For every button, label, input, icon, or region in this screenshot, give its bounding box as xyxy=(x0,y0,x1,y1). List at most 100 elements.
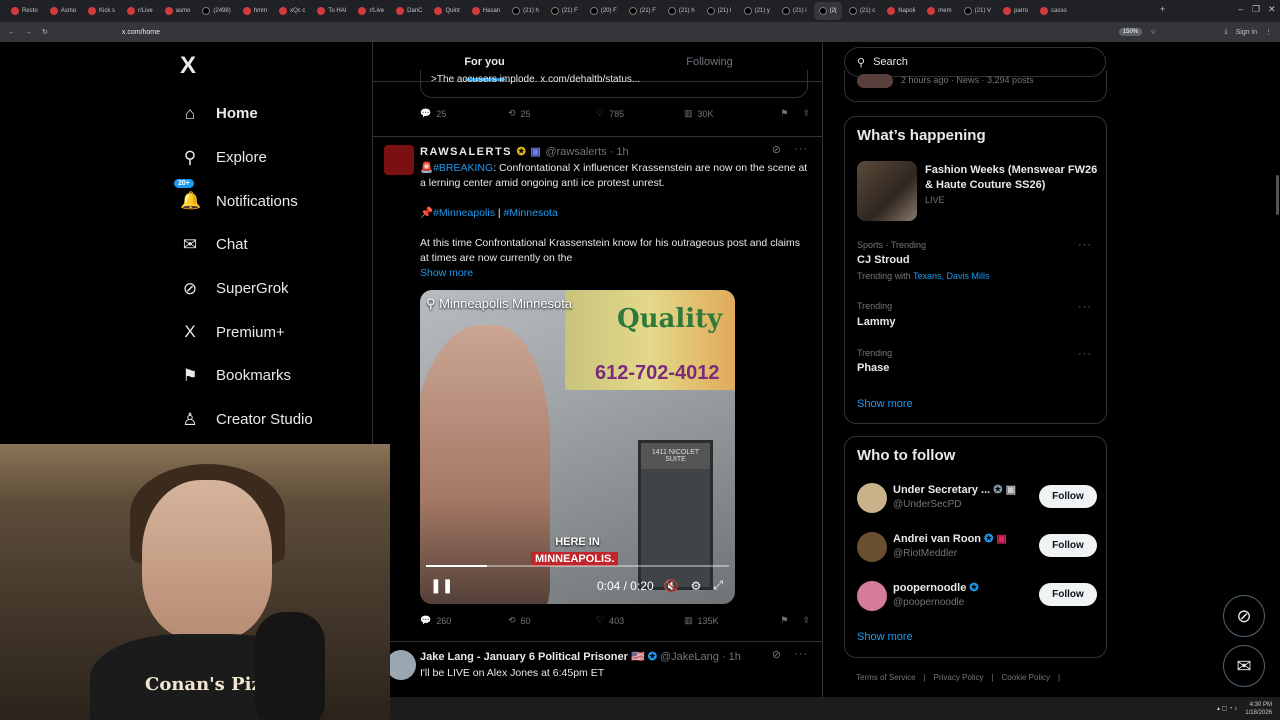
like-button[interactable]: ♡ 403 xyxy=(596,615,684,626)
post-author[interactable]: RAWSALERTS ✪ ▣ @rawsalerts · 1h xyxy=(420,145,629,158)
browser-tab[interactable]: Asmo xyxy=(45,2,81,20)
browser-tab[interactable]: (2( xyxy=(813,2,842,20)
post-author[interactable]: Jake Lang - January 6 Political Prisoner… xyxy=(420,650,741,663)
video-player[interactable]: Quality 612-702-4012 1411 NICOLET SUITE … xyxy=(420,290,735,604)
close-window-button[interactable]: ✕ xyxy=(1268,4,1276,15)
mute-icon[interactable]: 🔇 xyxy=(664,579,679,593)
browser-tab[interactable]: DanC xyxy=(391,2,427,20)
browser-tab[interactable]: (21) V xyxy=(959,2,996,20)
repost-button[interactable]: ⟲ 60 xyxy=(508,615,596,626)
nav-item-home[interactable]: ⌂ Home xyxy=(180,92,313,136)
reply-button[interactable]: 💬 260 xyxy=(420,615,508,626)
repost-button[interactable]: ⟲ 25 xyxy=(508,108,596,119)
browser-tab[interactable]: casso xyxy=(1035,2,1072,20)
bookmark-icon[interactable]: ⚑ xyxy=(780,108,788,119)
follow-button[interactable]: Follow xyxy=(1039,485,1097,508)
quoted-post[interactable]: >The accusers implode. x.com/dehaltb/sta… xyxy=(420,70,808,98)
browser-tab[interactable]: (21) y xyxy=(739,2,775,20)
views-button[interactable]: ▥ 135K xyxy=(684,615,764,626)
browser-tab[interactable]: (21) h xyxy=(507,2,544,20)
url-field[interactable]: x.com/home xyxy=(118,29,160,36)
browser-tab[interactable]: Resto xyxy=(6,2,43,20)
nav-item-explore[interactable]: ⚲ Explore xyxy=(180,136,313,180)
browser-tab[interactable]: To HAI xyxy=(312,2,351,20)
like-button[interactable]: ♡ 785 xyxy=(596,108,684,119)
more-options-icon[interactable]: ··· xyxy=(794,648,808,660)
follow-suggestion[interactable]: Andrei van Roon ✪ ▣ @RiotMeddler Follow xyxy=(857,528,1097,568)
browser-tab[interactable]: (21) F xyxy=(546,2,583,20)
event-title[interactable]: Fashion Weeks (Menswear FW26 & Haute Cou… xyxy=(925,163,1100,193)
browser-tab[interactable]: asmo xyxy=(160,2,196,20)
grok-fab-button[interactable]: ⊘ xyxy=(1223,595,1265,637)
browser-tab[interactable]: (21) I xyxy=(702,2,737,20)
x-logo[interactable]: X xyxy=(180,52,196,80)
more-options-icon[interactable]: ··· xyxy=(1078,239,1092,251)
browser-tab[interactable]: (21) h xyxy=(663,2,700,20)
clock[interactable]: 4:30 PM 1/18/2026 xyxy=(1245,701,1272,717)
follow-button[interactable]: Follow xyxy=(1039,534,1097,557)
post-rawsalerts[interactable]: RAWSALERTS ✪ ▣ @rawsalerts · 1h ⊘ ··· 🚨#… xyxy=(372,136,822,636)
show-more-link[interactable]: Show more xyxy=(420,266,810,281)
browser-tab[interactable]: (20) F xyxy=(585,2,622,20)
event-thumbnail[interactable] xyxy=(857,161,917,221)
zoom-indicator[interactable]: 150% xyxy=(1118,28,1143,36)
star-icon[interactable]: ☆ xyxy=(1150,28,1156,36)
more-options-icon[interactable]: ··· xyxy=(794,143,808,155)
browser-tab[interactable]: xQc c xyxy=(274,2,310,20)
follow-suggestion[interactable]: poopernoodle ✪ @poopernoodle Follow xyxy=(857,577,1097,617)
nav-item-chat[interactable]: ✉ Chat xyxy=(180,223,313,267)
show-more-trends[interactable]: Show more xyxy=(857,398,913,410)
messages-fab-button[interactable]: ✉ xyxy=(1223,645,1265,687)
avatar[interactable] xyxy=(384,145,414,175)
fullscreen-icon[interactable]: ⤢ xyxy=(713,578,723,593)
menu-icon[interactable]: ⋮ xyxy=(1265,28,1272,36)
grok-icon[interactable]: ⊘ xyxy=(772,648,782,661)
avatar[interactable] xyxy=(386,650,416,680)
nav-item-premium[interactable]: X Premium+ xyxy=(180,310,313,354)
browser-tab[interactable]: r/Live xyxy=(353,2,389,20)
bookmark-icon[interactable]: ⚑ xyxy=(780,615,788,626)
browser-tab[interactable]: r/Live xyxy=(122,2,158,20)
grok-icon[interactable]: ⊘ xyxy=(772,143,782,156)
nav-item-bookmarks[interactable]: ⚑ Bookmarks xyxy=(180,354,313,398)
page-scrollbar[interactable] xyxy=(1276,175,1279,215)
pause-icon[interactable]: ❚❚ xyxy=(430,577,453,594)
reload-icon[interactable]: ↻ xyxy=(42,28,48,36)
browser-tab[interactable]: mem xyxy=(922,2,956,20)
reply-button[interactable]: 💬 25 xyxy=(420,108,508,119)
browser-tab[interactable]: Quint xyxy=(429,2,464,20)
browser-tab[interactable]: parro xyxy=(998,2,1033,20)
settings-icon[interactable]: ⚙ xyxy=(691,579,702,593)
video-progress-bar[interactable] xyxy=(426,565,729,567)
nav-item-creator-studio[interactable]: ♙ Creator Studio xyxy=(180,398,312,442)
minimize-window-button[interactable]: – xyxy=(1238,4,1243,14)
views-button[interactable]: ▥ 30K xyxy=(684,108,764,119)
follow-button[interactable]: Follow xyxy=(1039,583,1097,606)
browser-tab[interactable]: (21) c xyxy=(844,2,880,20)
tray-icons[interactable]: ▴ ▢ ◔ ♪ xyxy=(1217,705,1237,712)
share-icon[interactable]: ⇪ xyxy=(802,615,810,626)
browser-tab[interactable]: (21) F xyxy=(624,2,661,20)
browser-tab[interactable]: Napoli xyxy=(882,2,920,20)
follow-suggestion[interactable]: Under Secretary ... ✪ ▣ @UnderSecPD Foll… xyxy=(857,479,1097,519)
show-more-follows[interactable]: Show more xyxy=(857,631,913,643)
browser-tab[interactable]: hmm xyxy=(238,2,272,20)
maximize-window-button[interactable]: ❐ xyxy=(1252,4,1260,15)
browser-tab[interactable]: (2498) xyxy=(197,2,235,20)
footer-link[interactable]: Cookie Policy xyxy=(1002,673,1050,682)
browser-tab[interactable]: (21) i xyxy=(777,2,812,20)
browser-tab[interactable]: Hasan xyxy=(467,2,505,20)
more-options-icon[interactable]: ··· xyxy=(1078,348,1092,360)
forward-icon[interactable]: → xyxy=(25,29,32,36)
nav-item-notifications[interactable]: 🔔 20+ Notifications xyxy=(174,179,313,223)
more-options-icon[interactable]: ··· xyxy=(1078,301,1092,313)
nav-item-supergrok[interactable]: ⊘ SuperGrok xyxy=(180,267,313,311)
back-icon[interactable]: ← xyxy=(8,29,15,36)
new-tab-button[interactable]: + xyxy=(1160,4,1165,14)
trending-news-card[interactable]: 2 hours ago · News · 3,294 posts xyxy=(844,70,1107,102)
browser-tab[interactable]: Kick s xyxy=(83,2,120,20)
sign-in-button[interactable]: Sign in xyxy=(1236,29,1257,36)
footer-link[interactable]: Privacy Policy xyxy=(934,673,984,682)
share-icon[interactable]: ⇪ xyxy=(802,108,810,119)
download-icon[interactable]: ⤓ xyxy=(1224,28,1227,36)
